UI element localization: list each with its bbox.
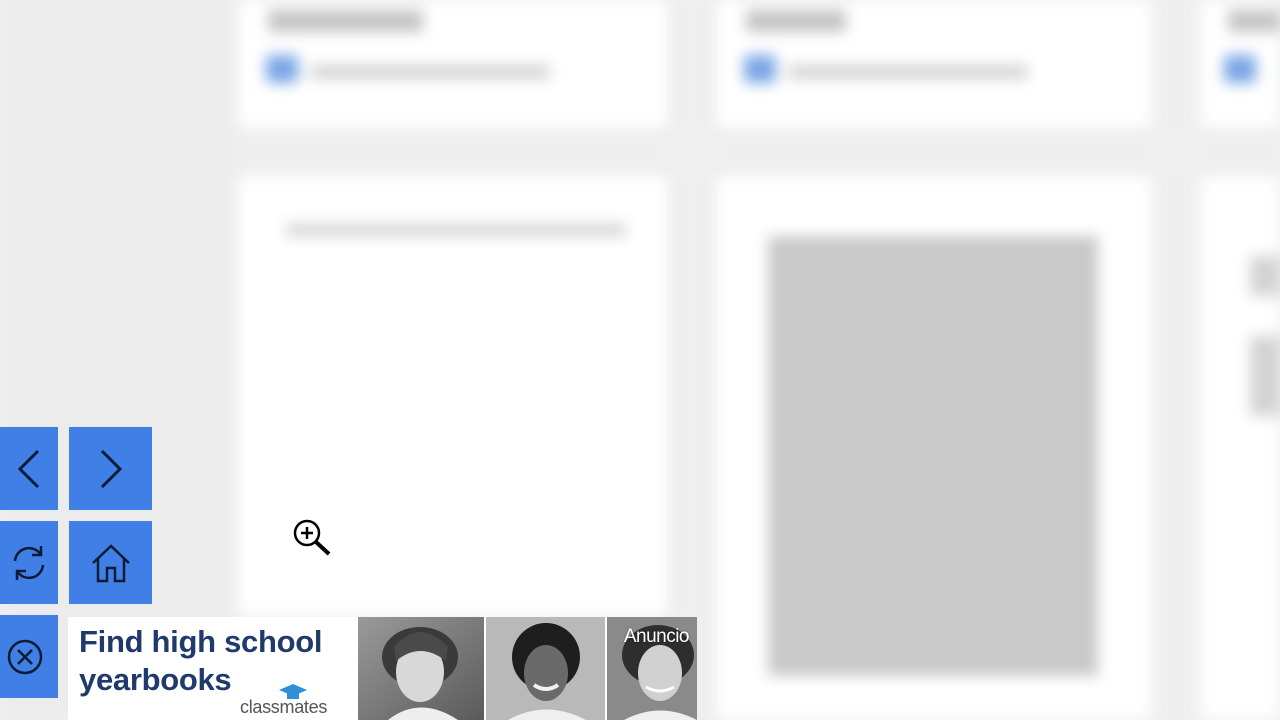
chevron-left-icon (17, 449, 40, 488)
top-card-3 (1200, 0, 1280, 128)
home-button[interactable] (69, 521, 152, 604)
refresh-icon (13, 545, 45, 580)
ad-brand-logo: classmates (240, 697, 328, 717)
blurred-background-page (0, 0, 1280, 720)
chevron-right-icon (100, 449, 122, 488)
back-button[interactable] (0, 427, 58, 510)
zoom-in-cursor-icon (293, 519, 331, 556)
home-icon (91, 543, 130, 582)
ad-headline: Find high school yearbooks (79, 624, 323, 697)
top-card-2 (716, 0, 1152, 128)
ad-label: Anuncio (623, 626, 690, 647)
refresh-button[interactable] (0, 521, 58, 604)
top-card-1 (238, 0, 668, 128)
content-card-3 (1200, 176, 1280, 720)
ad-banner[interactable]: Find high school yearbooks classmates An… (68, 617, 697, 720)
forward-button[interactable] (69, 427, 152, 510)
content-card-2 (716, 176, 1152, 720)
close-icon (7, 639, 43, 674)
close-button[interactable] (0, 615, 58, 698)
left-sidebar-area (0, 0, 236, 720)
